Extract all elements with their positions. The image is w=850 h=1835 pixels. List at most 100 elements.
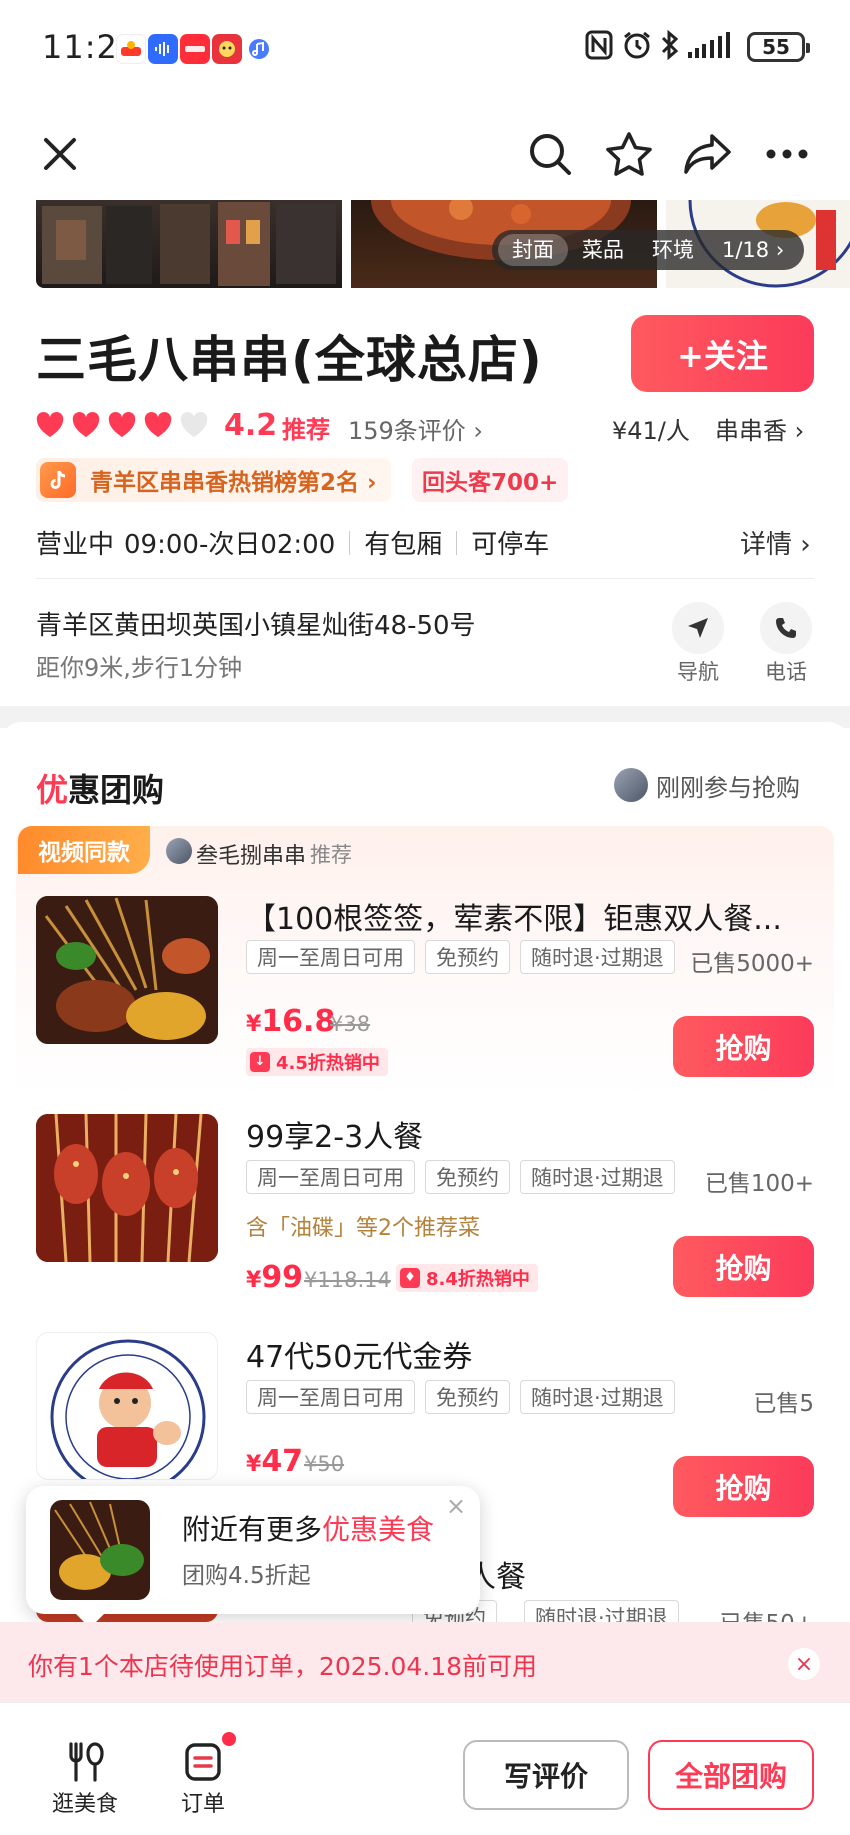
storefront-photo[interactable]: [36, 200, 342, 288]
deal2-contains: 含「油碟」等2个推荐菜: [246, 1216, 480, 1241]
photo-counter[interactable]: 1/18 ›: [708, 234, 798, 266]
more-button[interactable]: [759, 126, 815, 182]
recommend-word: 推荐: [310, 843, 352, 867]
deal2-image[interactable]: [36, 1114, 218, 1262]
chip-any-day: 周一至周日可用: [246, 940, 415, 974]
navigate-button[interactable]: [672, 602, 724, 654]
popup-title: 附近有更多优惠美食: [182, 1508, 434, 1548]
photo-tab-dishes[interactable]: 菜品: [568, 234, 638, 266]
divider: [36, 578, 814, 579]
deal1-sold: 已售5000+: [690, 951, 814, 977]
phone-label[interactable]: 电话: [756, 656, 816, 686]
bluetooth-icon: [660, 29, 680, 67]
deal2-sold: 已售100+: [704, 1171, 814, 1197]
all-deals-button[interactable]: 全部团购: [648, 1740, 814, 1810]
reviews-link[interactable]: 159条评价 ›: [348, 411, 483, 446]
shop-distance: 距你9米,步行1分钟: [36, 654, 243, 682]
search-button[interactable]: [522, 126, 578, 182]
hours-row: 营业中 09:00-次日02:00 有包厢 可停车: [36, 524, 549, 561]
hours-text: 09:00-次日02:00: [124, 530, 336, 560]
chip-refund: 随时退·过期退: [520, 1380, 675, 1414]
nfc-icon: [585, 30, 613, 67]
photo-tab-bar: 封面 菜品 环境 1/18 ›: [492, 230, 805, 270]
recommender-avatar: [166, 838, 192, 864]
divider: [456, 530, 458, 555]
rating-hearts: [36, 412, 208, 438]
deal4-title[interactable]: 人餐: [466, 1552, 566, 1596]
phone-icon: [776, 618, 796, 638]
more-icon: [766, 149, 808, 159]
category-link[interactable]: 串串香 ›: [715, 411, 804, 446]
hot-text: 4.5折热销中: [276, 1053, 380, 1074]
details-link[interactable]: 详情 ›: [740, 524, 811, 561]
deal1-price: ¥16.8: [246, 1004, 335, 1039]
music-app-icon: [244, 34, 274, 64]
redbook-app-icon: [180, 34, 210, 64]
divider: [349, 530, 351, 555]
avatar: [614, 768, 648, 802]
deal3-buy-button[interactable]: 抢购: [673, 1456, 814, 1517]
currency: ¥: [246, 1452, 262, 1477]
write-review-button[interactable]: 写评价: [463, 1740, 629, 1810]
feature-parking: 可停车: [471, 530, 550, 560]
order-notice-text[interactable]: 你有1个本店待使用订单，2025.04.18前可用: [28, 1647, 537, 1683]
heart-filled-icon: [108, 412, 136, 437]
photo-tab-environment[interactable]: 环境: [638, 234, 708, 266]
status-bar: 11:21 55: [0, 0, 850, 100]
price-per-person: ¥41/人: [612, 417, 690, 445]
tab-orders-label[interactable]: 订单: [158, 1786, 248, 1818]
heart-filled-icon: [144, 412, 172, 437]
deal3-title[interactable]: 47代50元代金券: [246, 1332, 812, 1376]
deal2-price: ¥99: [246, 1260, 303, 1295]
search-icon: [530, 134, 571, 175]
price-value: 99: [261, 1260, 304, 1295]
notice-close-button[interactable]: ×: [788, 1648, 820, 1680]
follow-button[interactable]: +关注: [631, 315, 814, 392]
regulars-badge: 回头客700+: [412, 458, 569, 502]
deal1-title[interactable]: 【100根签签，荤素不限】钜惠双人餐...: [246, 894, 812, 938]
deal1-chips: 周一至周日可用 免预约 随时退·过期退: [246, 940, 675, 974]
close-button[interactable]: [32, 126, 88, 182]
chip-refund: 随时退·过期退: [520, 1160, 675, 1194]
rank-badge[interactable]: 青羊区串串香热销榜第2名 ›: [36, 458, 391, 502]
deal3-price: ¥47: [246, 1444, 303, 1479]
feature-private-room: 有包厢: [364, 530, 443, 560]
section-title-rest: 惠团购: [68, 771, 165, 809]
flame-icon: ↓: [250, 1052, 270, 1072]
favorite-button[interactable]: [601, 126, 657, 182]
deal2-buy-button[interactable]: 抢购: [673, 1236, 814, 1297]
photo-tab-cover[interactable]: 封面: [498, 234, 568, 266]
deal3-image[interactable]: [36, 1332, 218, 1480]
shop-address[interactable]: 青羊区黄田坝英国小镇星灿街48-50号: [36, 605, 476, 642]
share-icon: [684, 134, 731, 174]
chip-refund: 随时退·过期退: [520, 940, 675, 974]
section-title: 优惠团购: [36, 765, 164, 811]
shop-name: 三毛八串串(全球总店): [36, 331, 543, 389]
heart-filled-icon: [72, 412, 100, 437]
rating-score: 4.2: [224, 408, 278, 443]
currency: ¥: [246, 1268, 262, 1293]
deal1-image[interactable]: [36, 896, 218, 1044]
chip-no-reservation: 免预约: [425, 940, 510, 974]
video-same-tag: 视频同款: [18, 826, 150, 874]
navigate-label[interactable]: 导航: [668, 656, 728, 686]
voice-app-icon: [148, 34, 178, 64]
share-button[interactable]: [680, 126, 736, 182]
deal2-title[interactable]: 99享2-3人餐: [246, 1112, 812, 1156]
phone-button[interactable]: [760, 602, 812, 654]
popup-close-button[interactable]: ×: [446, 1492, 466, 1520]
chip-any-day: 周一至周日可用: [246, 1160, 415, 1194]
battery-indicator: 55: [747, 32, 810, 62]
currency: ¥: [246, 1012, 262, 1037]
popup-subtitle: 团购4.5折起: [182, 1563, 311, 1589]
heart-filled-icon: [36, 412, 64, 437]
deal2-orig-price: ¥118.14: [304, 1268, 391, 1292]
tab-explore-food[interactable]: [40, 1742, 130, 1786]
deal1-buy-button[interactable]: 抢购: [673, 1016, 814, 1077]
tab-explore-label[interactable]: 逛美食: [40, 1786, 130, 1818]
tab-orders[interactable]: [158, 1742, 248, 1786]
nearby-deals-popup[interactable]: 附近有更多优惠美食 团购4.5折起 ×: [26, 1486, 480, 1628]
price-value: 16.8: [261, 1004, 336, 1039]
fork-spoon-icon: [69, 1742, 104, 1782]
star-icon: [606, 132, 652, 176]
